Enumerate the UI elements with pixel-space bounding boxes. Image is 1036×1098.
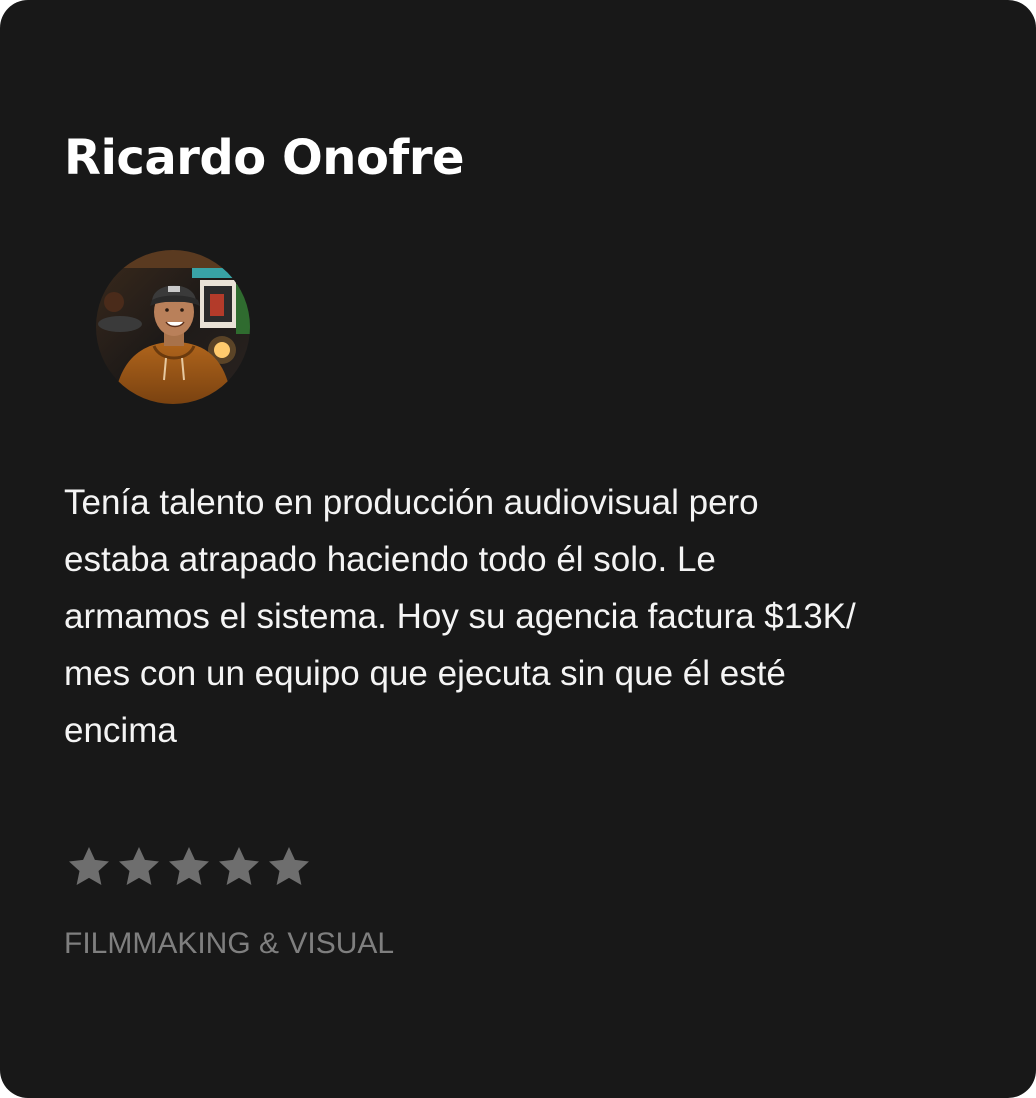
star-rating bbox=[64, 842, 314, 892]
testimonial-name: Ricardo Onofre bbox=[64, 130, 465, 186]
testimonial-card: Ricardo Onofre Tenía talento en producci… bbox=[0, 0, 1036, 1098]
testimonial-category: FILMMAKING & VISUAL bbox=[64, 927, 395, 960]
star-icon bbox=[169, 847, 209, 885]
star-icon bbox=[219, 847, 259, 885]
avatar bbox=[96, 250, 250, 404]
star-icon bbox=[69, 847, 109, 885]
star-icon bbox=[269, 847, 309, 885]
testimonial-quote: Tenía talento en producción audiovisual … bbox=[64, 483, 856, 750]
star-icon bbox=[119, 847, 159, 885]
